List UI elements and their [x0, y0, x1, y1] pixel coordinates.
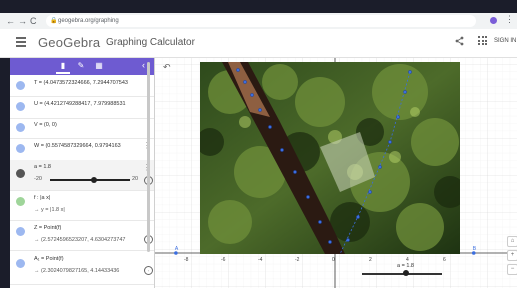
algebra-row-A1[interactable]: A₁ = Point(f) → (2.3024079827165, 4.1443… — [10, 250, 154, 285]
background-photo — [200, 62, 460, 254]
algebra-scrollbar[interactable] — [147, 62, 150, 252]
visibility-toggle[interactable] — [16, 81, 25, 90]
forward-icon[interactable]: → — [18, 14, 27, 28]
toggle-icon[interactable]: ◦ — [144, 266, 153, 275]
algebra-toolbar: ▮ ✎ ▦ ‹ — [10, 58, 154, 75]
algebra-row-output: → (2.3024079827165, 4.14433436 — [34, 268, 120, 274]
screen: ← → C 🔒 geogebra.org/graphing ⋮ GeoGebra… — [0, 0, 517, 288]
visibility-toggle[interactable] — [16, 169, 25, 178]
algebra-row-text: f : |a x| — [34, 195, 51, 201]
algebra-row-text: V = (0, 0) — [34, 122, 57, 128]
x-tick-label: -8 — [184, 257, 189, 263]
collapse-icon[interactable]: ‹ — [142, 60, 145, 70]
reload-icon[interactable]: C — [30, 14, 37, 28]
algebra-row-T[interactable]: T = (4.0473572324666, 7.2944707543 — [10, 75, 154, 97]
lock-icon: 🔒 — [50, 18, 58, 24]
visibility-toggle[interactable] — [16, 102, 25, 111]
algebra-row-output: → (2.5724596523207, 4.6304273747 — [34, 237, 126, 243]
visibility-toggle[interactable] — [16, 227, 25, 236]
sign-in-button[interactable]: SIGN IN — [494, 38, 516, 44]
app-logo: GeoGebra — [38, 35, 101, 50]
app-header: GeoGebra Graphing Calculator SIGN IN — [0, 29, 517, 58]
algebra-row-text: Z = Point(f) — [34, 225, 62, 231]
x-tick-label: -4 — [258, 257, 263, 263]
slider-handle[interactable] — [90, 177, 97, 183]
visibility-toggle[interactable] — [16, 259, 25, 268]
address-bar[interactable]: 🔒 geogebra.org/graphing — [46, 15, 476, 27]
x-tick-label: -6 — [221, 257, 226, 263]
algebra-row-text: W = (0.5574587329664, 0.9794163 — [34, 143, 121, 149]
browser-menu-icon[interactable]: ⋮ — [505, 14, 514, 25]
zoom-out-icon[interactable]: − — [507, 264, 517, 275]
browser-toolbar: ← → C 🔒 geogebra.org/graphing ⋮ — [0, 13, 517, 30]
home-icon[interactable]: ⌂ — [507, 236, 517, 247]
visibility-toggle[interactable] — [16, 144, 25, 153]
algebra-view: ▮ ✎ ▦ ‹ T = (4.0473572324666, 7.29447075… — [10, 58, 155, 288]
visibility-toggle[interactable] — [16, 197, 25, 206]
zoom-in-icon[interactable]: + — [507, 250, 517, 261]
algebra-row-text: U = (4.4212749288417, 7.979988531 — [34, 101, 126, 107]
algebra-row-f[interactable]: f : |a x| → y = |1.8 x| — [10, 190, 154, 221]
graph-slider-handle[interactable] — [402, 270, 409, 276]
slider-label: a = 1.8 — [34, 164, 51, 170]
app-subtitle: Graphing Calculator — [106, 37, 195, 48]
algebra-row-U[interactable]: U = (4.4212749288417, 7.979988531 — [10, 96, 154, 119]
visibility-toggle[interactable] — [16, 123, 25, 132]
algebra-row-W[interactable]: W = (0.5574587329664, 0.9794163 ⋮ — [10, 138, 154, 161]
x-tick-label: -2 — [295, 257, 300, 263]
algebra-row-output: → y = |1.8 x| — [34, 207, 65, 213]
algebra-row-V[interactable]: V = (0, 0) — [10, 118, 154, 139]
tools-icon[interactable]: ✎ — [76, 61, 86, 71]
x-tick-label: 6 — [443, 257, 446, 263]
hamburger-menu-icon[interactable] — [16, 37, 26, 47]
url-text: geogebra.org/graphing — [58, 18, 119, 24]
x-tick-label: 0 — [332, 257, 335, 263]
axis-point-label: A — [175, 246, 179, 252]
share-icon[interactable] — [455, 36, 464, 46]
axis-point-label: B — [473, 246, 477, 252]
apps-grid-icon[interactable] — [478, 36, 487, 45]
slider-min: -20 — [34, 176, 42, 182]
back-icon[interactable]: ← — [6, 14, 15, 28]
undo-icon[interactable]: ↶ — [163, 62, 171, 73]
calculator-icon[interactable]: ▮ — [58, 61, 68, 71]
slider-max: 20 — [132, 176, 139, 182]
algebra-row-slider-a[interactable]: a = 1.8 ⋮ -20 20 ▶ — [10, 160, 154, 191]
graph-slider-label: a = 1.8 — [397, 263, 414, 269]
algebra-row-Z[interactable]: Z = Point(f) → (2.5724596523207, 4.63042… — [10, 220, 154, 251]
algebra-row-text: A₁ = Point(f) — [34, 256, 64, 262]
algebra-row-text: T = (4.0473572324666, 7.2944707543 — [34, 80, 128, 86]
x-tick-label: 2 — [369, 257, 372, 263]
graph-slider-track[interactable] — [362, 273, 442, 275]
active-tab-indicator — [56, 72, 70, 74]
table-icon[interactable]: ▦ — [94, 61, 104, 71]
extension-icon[interactable] — [490, 17, 497, 24]
